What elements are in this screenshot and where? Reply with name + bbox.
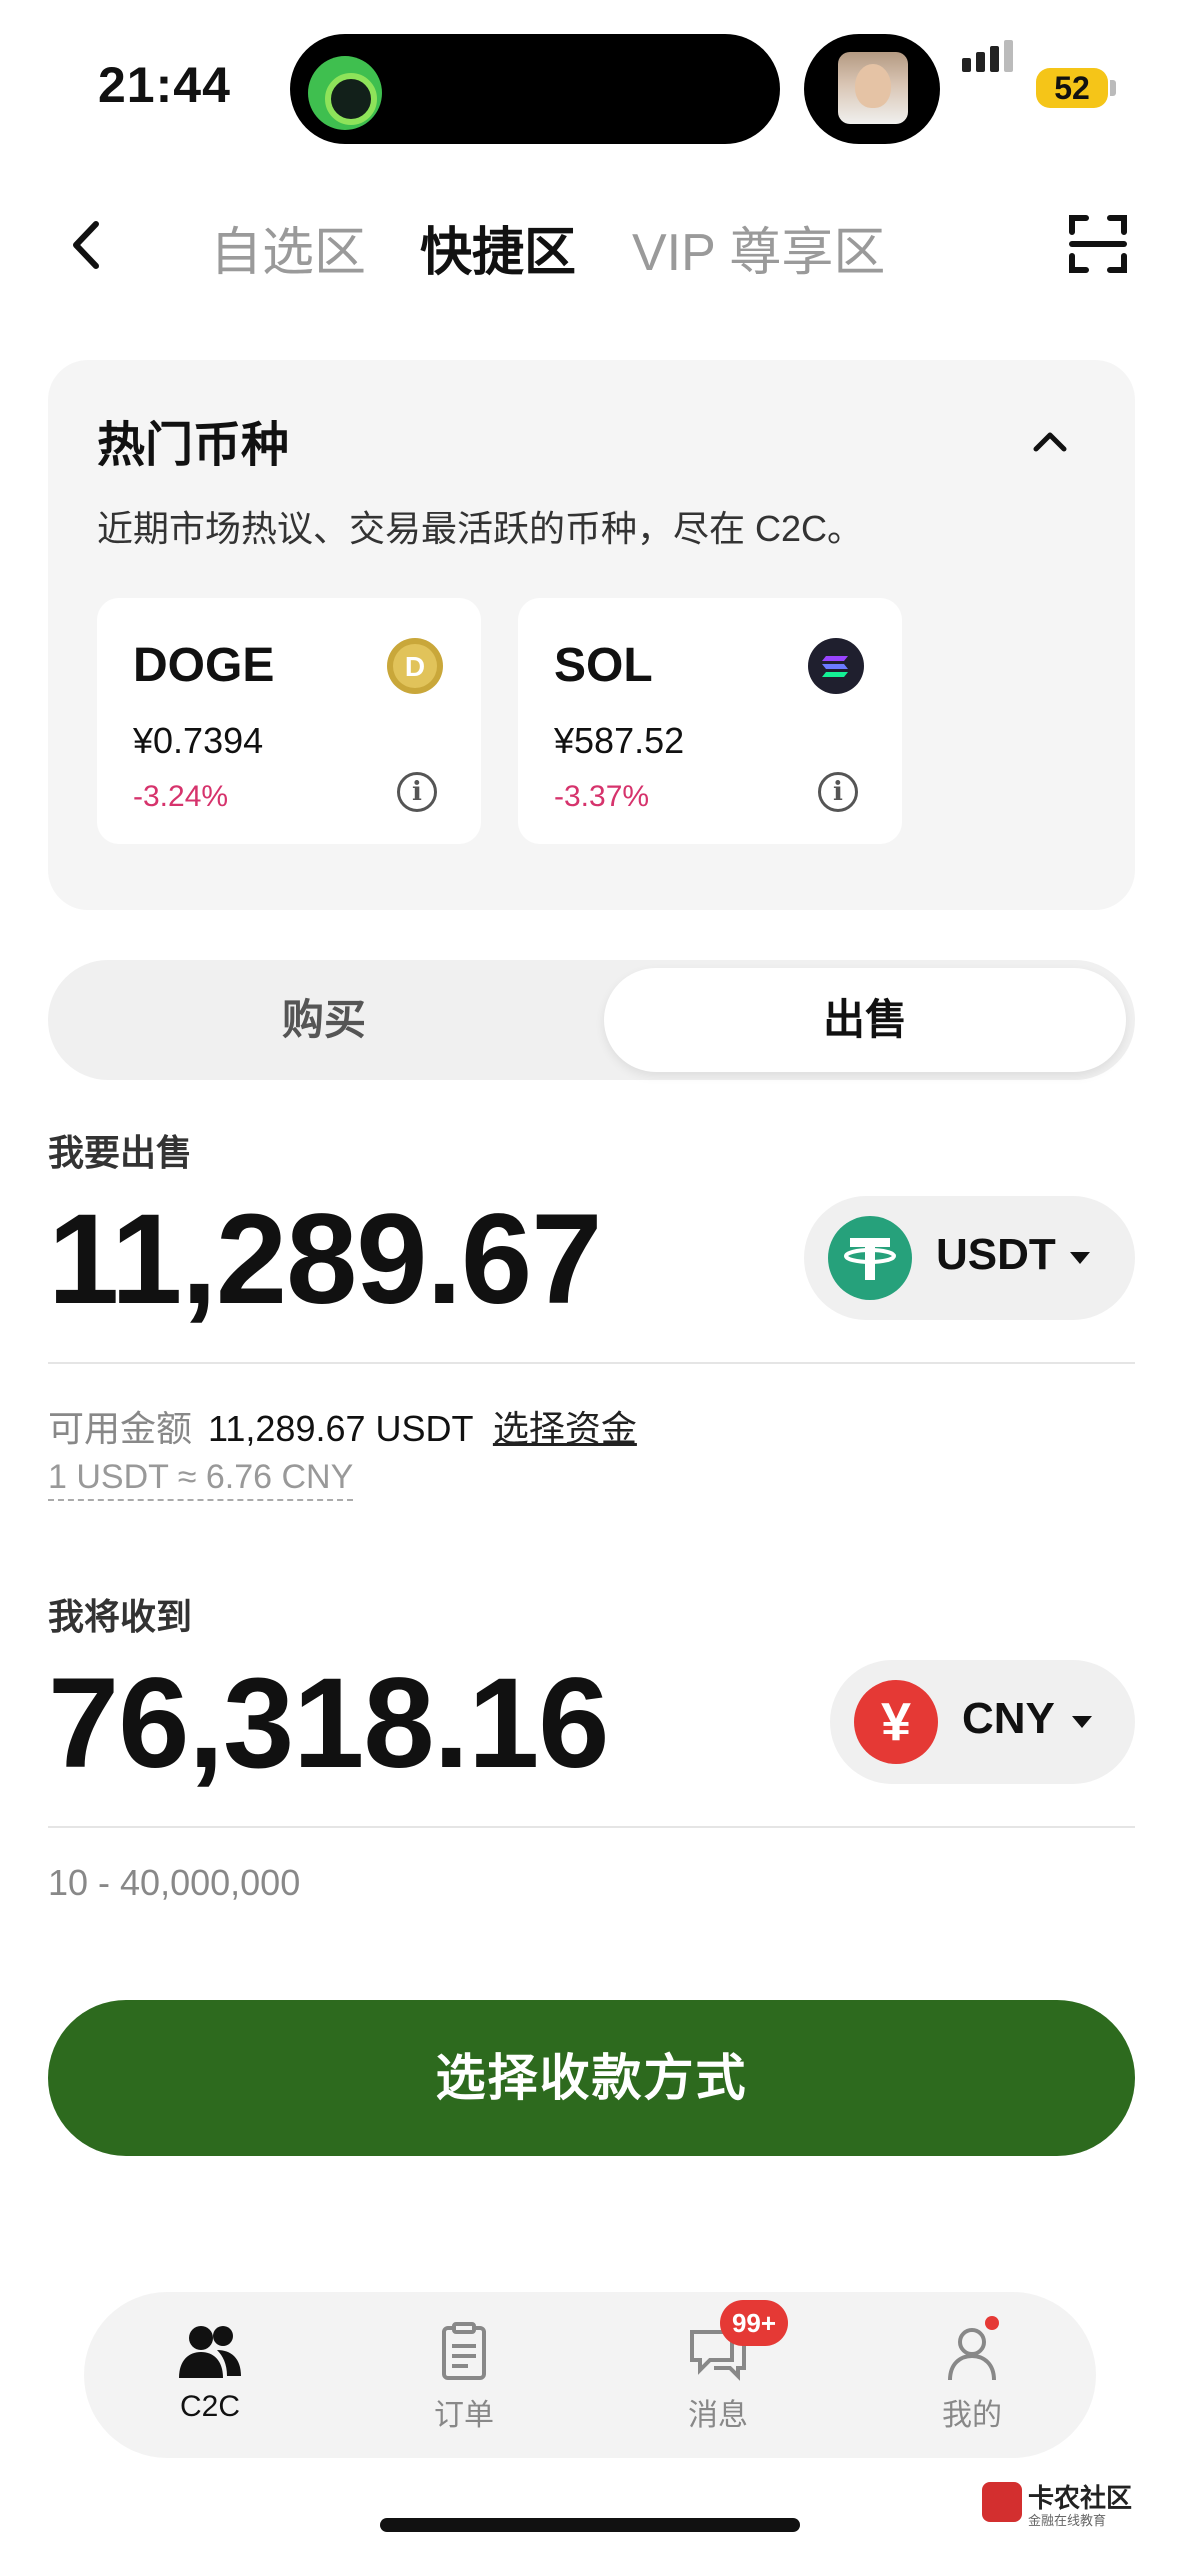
sell-currency-selector[interactable]: USDT [804, 1196, 1135, 1320]
receive-currency-code: CNY [962, 1694, 1055, 1743]
home-indicator [380, 2518, 800, 2532]
caret-down-icon [1072, 1716, 1092, 1728]
usdt-icon [828, 1216, 912, 1300]
cny-icon: ¥ [854, 1680, 938, 1764]
sell-tab[interactable]: 出售 [604, 968, 1126, 1072]
tabbar-label: C2C [179, 2390, 240, 2423]
select-payment-method-button[interactable]: 选择收款方式 [48, 2000, 1135, 2156]
receive-currency-selector[interactable]: ¥ CNY [830, 1660, 1135, 1784]
coin-card-sol[interactable]: SOL ¥587.52 -3.37% i [518, 598, 902, 844]
clipboard-icon [442, 2322, 486, 2380]
chevron-up-icon[interactable] [1030, 425, 1070, 455]
tabbar-label: 我的 [942, 2399, 1002, 2432]
battery-indicator: 52 [1036, 68, 1108, 108]
tab-watchlist[interactable]: 自选区 [210, 210, 366, 285]
available-prefix: 可用金额 [48, 1408, 193, 1449]
hot-coins-description: 近期市场热议、交易最活跃的币种，尽在 C2C。 [97, 508, 864, 549]
svg-text:D: D [405, 651, 425, 682]
coin-card-doge[interactable]: DOGE D ¥0.7394 -3.24% i [97, 598, 481, 844]
info-icon[interactable]: i [818, 772, 858, 812]
tabbar-item-c2c[interactable]: C2C [130, 2322, 290, 2424]
sell-currency-code: USDT [936, 1230, 1056, 1279]
messages-badge: 99+ [720, 2300, 788, 2346]
back-icon[interactable] [66, 218, 110, 272]
coin-change: -3.24% [133, 780, 229, 813]
buy-tab[interactable]: 购买 [56, 968, 592, 1072]
divider [48, 1826, 1135, 1828]
contact-avatar [838, 52, 908, 124]
receive-amount[interactable]: 76,318.16 [48, 1650, 609, 1797]
sell-label: 我要出售 [48, 1132, 193, 1173]
watermark-subtitle: 金融在线教育 [1028, 2513, 1107, 2528]
tabbar-label: 消息 [688, 2399, 748, 2432]
notification-dot [985, 2316, 999, 2330]
select-funds-link[interactable]: 选择资金 [493, 1408, 637, 1449]
profile-icon [948, 2328, 996, 2381]
users-icon [179, 2326, 241, 2378]
exchange-rate[interactable]: 1 USDT ≈ 6.76 CNY [48, 1458, 354, 1501]
coin-change: -3.37% [554, 780, 650, 813]
tab-vip[interactable]: VIP 尊享区 [632, 210, 885, 285]
info-icon[interactable]: i [397, 772, 437, 812]
caret-down-icon [1070, 1252, 1090, 1264]
available-balance: 可用金额 11,289.67 USDT 选择资金 [48, 1400, 637, 1452]
music-app-icon[interactable] [308, 56, 382, 130]
tabbar-label: 订单 [434, 2399, 494, 2432]
scan-icon[interactable] [1068, 214, 1128, 274]
watermark-logo-icon [982, 2482, 1022, 2522]
sell-amount-input[interactable]: 11,289.67 [48, 1186, 602, 1333]
divider [48, 1362, 1135, 1364]
coin-name: SOL [554, 639, 653, 692]
hot-coins-title: 热门币种 [97, 419, 290, 472]
tabbar-item-profile[interactable]: 我的 [892, 2322, 1052, 2434]
tabbar-item-orders[interactable]: 订单 [384, 2322, 544, 2434]
receive-label: 我将收到 [48, 1596, 193, 1637]
tab-express[interactable]: 快捷区 [420, 210, 576, 285]
doge-coin-icon: D [387, 638, 443, 694]
amount-range: 10 - 40,000,000 [48, 1862, 301, 1903]
available-value: 11,289.67 USDT [208, 1408, 473, 1449]
sol-coin-icon [808, 638, 864, 694]
status-time: 21:44 [98, 57, 231, 113]
coin-price: ¥0.7394 [133, 720, 264, 761]
battery-tip [1110, 80, 1116, 96]
coin-name: DOGE [133, 639, 275, 692]
coin-price: ¥587.52 [554, 720, 685, 761]
